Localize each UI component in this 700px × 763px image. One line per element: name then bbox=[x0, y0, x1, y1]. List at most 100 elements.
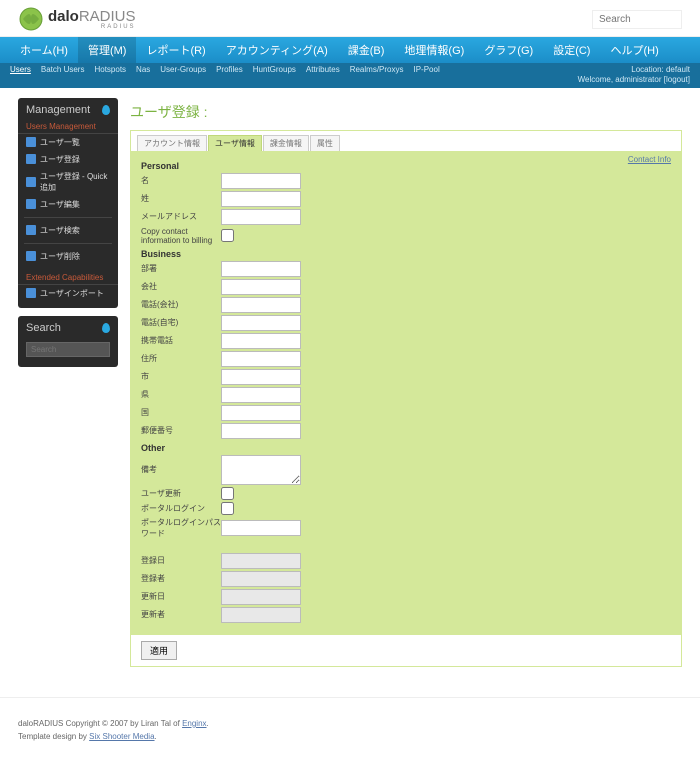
form-row: 姓 bbox=[141, 191, 671, 207]
tabs: アカウント情報ユーザ情報課金情報属性 bbox=[131, 131, 681, 151]
page-icon bbox=[26, 251, 36, 261]
subnav-item[interactable]: Profiles bbox=[216, 65, 243, 86]
nav-item[interactable]: ヘルプ(H) bbox=[600, 37, 668, 63]
search-panel: Search bbox=[18, 316, 118, 367]
field-input[interactable] bbox=[221, 487, 234, 500]
subnav-item[interactable]: Realms/Proxys bbox=[350, 65, 404, 86]
field-input[interactable] bbox=[221, 173, 301, 189]
sidebar-item[interactable]: ユーザ登録 - Quick追加 bbox=[18, 168, 118, 196]
sidebar-item[interactable]: ユーザ削除 bbox=[18, 248, 118, 265]
sidebar-item[interactable]: ユーザ検索 bbox=[18, 222, 118, 239]
field-input[interactable] bbox=[221, 387, 301, 403]
field-input[interactable] bbox=[221, 520, 301, 536]
form-row: Copy contact information to billing bbox=[141, 227, 671, 245]
tab[interactable]: ユーザ情報 bbox=[208, 135, 262, 151]
field-label: 名 bbox=[141, 175, 221, 186]
field-label: 市 bbox=[141, 371, 221, 382]
subnav-item[interactable]: Nas bbox=[136, 65, 150, 86]
field-input[interactable] bbox=[221, 279, 301, 295]
field-label: ユーザ更新 bbox=[141, 488, 221, 499]
subnav-item[interactable]: Users bbox=[10, 65, 31, 86]
contact-info-link[interactable]: Contact Info bbox=[628, 155, 671, 164]
subnav-item[interactable]: Batch Users bbox=[41, 65, 85, 86]
form-row: 国 bbox=[141, 405, 671, 421]
page-icon bbox=[26, 225, 36, 235]
field-input[interactable] bbox=[221, 229, 234, 242]
enginx-link[interactable]: Enginx bbox=[182, 719, 206, 728]
sidebar-item-label: ユーザ削除 bbox=[40, 251, 80, 262]
footer: daloRADIUS Copyright © 2007 by Liran Tal… bbox=[0, 697, 700, 763]
field-input[interactable] bbox=[221, 351, 301, 367]
sidebar-item[interactable]: ユーザ登録 bbox=[18, 151, 118, 168]
field-input[interactable] bbox=[221, 297, 301, 313]
field-label: 登録日 bbox=[141, 555, 221, 566]
field-input[interactable] bbox=[221, 191, 301, 207]
field-input[interactable] bbox=[221, 423, 301, 439]
field-input[interactable] bbox=[221, 209, 301, 225]
page-title: ユーザ登録 : bbox=[130, 98, 682, 130]
field-input[interactable] bbox=[221, 405, 301, 421]
sidebar-item-label: ユーザ編集 bbox=[40, 199, 80, 210]
tab[interactable]: アカウント情報 bbox=[137, 135, 207, 151]
section-heading: Business bbox=[141, 249, 671, 259]
drop-icon bbox=[102, 105, 110, 115]
subnav-item[interactable]: HuntGroups bbox=[253, 65, 296, 86]
nav-item[interactable]: 課金(B) bbox=[338, 37, 395, 63]
logo-text: daloRADIUS bbox=[48, 8, 136, 25]
nav-item[interactable]: 設定(C) bbox=[543, 37, 600, 63]
form-row: 郵便番号 bbox=[141, 423, 671, 439]
subnav-item[interactable]: User-Groups bbox=[160, 65, 206, 86]
field-input[interactable] bbox=[221, 369, 301, 385]
sidebar-item[interactable]: ユーザ編集 bbox=[18, 196, 118, 213]
sidebar-item[interactable]: ユーザインポート bbox=[18, 285, 118, 302]
field-input[interactable] bbox=[221, 315, 301, 331]
subnav-item[interactable]: Hotspots bbox=[94, 65, 126, 86]
nav-item[interactable]: レポート(R) bbox=[136, 37, 215, 63]
form-row: 登録者 bbox=[141, 571, 671, 587]
logo[interactable]: daloRADIUS RADIUS bbox=[18, 6, 136, 32]
nav-item[interactable]: グラフ(G) bbox=[474, 37, 543, 63]
sixshooter-link[interactable]: Six Shooter Media bbox=[89, 732, 154, 741]
apply-button[interactable]: 適用 bbox=[141, 641, 177, 660]
field-input[interactable] bbox=[221, 333, 301, 349]
field-label: 電話(自宅) bbox=[141, 317, 221, 328]
logo-icon bbox=[18, 6, 44, 32]
field-input[interactable] bbox=[221, 502, 234, 515]
tab[interactable]: 属性 bbox=[310, 135, 340, 151]
page-icon bbox=[26, 137, 36, 147]
sidebar-item-label: ユーザ登録 - Quick追加 bbox=[40, 171, 110, 193]
field-input bbox=[221, 589, 301, 605]
field-label: 住所 bbox=[141, 353, 221, 364]
field-label: 携帯電話 bbox=[141, 335, 221, 346]
nav-item[interactable]: ホーム(H) bbox=[10, 37, 78, 63]
sidebar-item[interactable]: ユーザ一覧 bbox=[18, 134, 118, 151]
nav-item[interactable]: 地理情報(G) bbox=[394, 37, 474, 63]
sidebar-item-label: ユーザ一覧 bbox=[40, 137, 80, 148]
form-row: 登録日 bbox=[141, 553, 671, 569]
sidebar: Management Users Management ユーザ一覧ユーザ登録ユー… bbox=[18, 98, 118, 667]
form-row: 名 bbox=[141, 173, 671, 189]
primary-nav: ホーム(H)管理(M)レポート(R)アカウンティング(A)課金(B)地理情報(G… bbox=[0, 37, 700, 63]
form-row: ポータルログインパスワード bbox=[141, 517, 671, 539]
field-label: Copy contact information to billing bbox=[141, 227, 221, 245]
subnav-item[interactable]: Attributes bbox=[306, 65, 340, 86]
field-label: 備考 bbox=[141, 464, 221, 475]
global-search-input[interactable] bbox=[592, 10, 682, 29]
form-row: 更新者 bbox=[141, 607, 671, 623]
secondary-nav: Users Batch Users Hotspots Nas User-Groups Pr… bbox=[0, 63, 700, 88]
field-input[interactable] bbox=[221, 455, 301, 485]
sidebar-search-input[interactable] bbox=[26, 342, 110, 357]
field-label: 会社 bbox=[141, 281, 221, 292]
tab[interactable]: 課金情報 bbox=[263, 135, 309, 151]
field-input[interactable] bbox=[221, 261, 301, 277]
form-row: メールアドレス bbox=[141, 209, 671, 225]
field-label: 登録者 bbox=[141, 573, 221, 584]
logout-link[interactable]: [logout] bbox=[664, 75, 690, 84]
sidebar-item-label: ユーザ検索 bbox=[40, 225, 80, 236]
nav-item[interactable]: 管理(M) bbox=[78, 37, 137, 63]
field-label: メールアドレス bbox=[141, 211, 221, 222]
subnav-item[interactable]: IP-Pool bbox=[414, 65, 440, 86]
management-panel: Management Users Management ユーザ一覧ユーザ登録ユー… bbox=[18, 98, 118, 308]
nav-item[interactable]: アカウンティング(A) bbox=[216, 37, 338, 63]
form-row: 備考 bbox=[141, 455, 671, 485]
